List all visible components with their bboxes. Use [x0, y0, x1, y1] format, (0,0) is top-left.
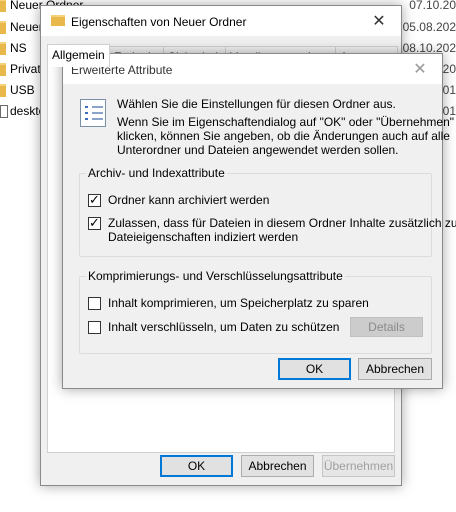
close-icon[interactable]: ✕: [398, 54, 442, 84]
advanced-attributes-dialog: Erweiterte Attribute ✕ Wählen Sie die Ei…: [62, 53, 456, 389]
folder-icon: [0, 63, 6, 76]
ok-button[interactable]: OK: [278, 358, 351, 380]
intro-text: Wählen Sie die Einstellungen für diesen …: [117, 97, 396, 111]
file-date: 05.08.202: [402, 20, 456, 34]
archive-group-label: Archiv- und Indexattribute: [86, 166, 227, 180]
archive-checkbox-label: Ordner kann archiviert werden: [108, 193, 270, 207]
attributes-titlebar[interactable]: Erweiterte Attribute ✕: [63, 54, 442, 84]
file-name: Neuer: [10, 20, 43, 34]
compression-group-label: Komprimierungs- und Verschlüsselungsattr…: [86, 269, 345, 283]
folder-icon: [0, 0, 6, 12]
properties-titlebar[interactable]: Eigenschaften von Neuer Ordner ✕: [41, 6, 401, 36]
description-line: klicken, können Sie angeben, ob die Ände…: [117, 129, 450, 143]
details-button[interactable]: Details: [350, 317, 423, 337]
folder-icon: [51, 15, 65, 26]
ok-button[interactable]: OK: [160, 455, 233, 477]
folder-icon: [0, 21, 6, 34]
index-checkbox-label-line2: Dateieigenschaften indiziert werden: [108, 230, 299, 244]
index-checkbox[interactable]: ✓: [88, 215, 101, 230]
folder-icon: [0, 84, 6, 97]
index-checkbox-label: Zulassen, dass für Dateien in diesem Ord…: [108, 216, 456, 230]
file-date: 07.10.20: [409, 0, 456, 12]
document-icon: [0, 105, 8, 118]
encrypt-checkbox-label: Inhalt verschlüsseln, um Daten zu schütz…: [108, 320, 340, 334]
apply-button[interactable]: Übernehmen: [322, 455, 395, 477]
file-name: NS: [10, 41, 27, 55]
compression-attributes-group: Komprimierungs- und Verschlüsselungsattr…: [79, 269, 432, 354]
compress-checkbox-label: Inhalt komprimieren, um Speicherplatz zu…: [108, 296, 369, 310]
checkmark-icon: ✓: [89, 192, 100, 207]
encrypt-checkbox[interactable]: [88, 321, 101, 334]
checkmark-icon: ✓: [89, 215, 100, 230]
folder-icon: [0, 42, 6, 55]
file-name: USB: [10, 83, 35, 97]
cancel-button[interactable]: Abbrechen: [358, 358, 432, 380]
cancel-button[interactable]: Abbrechen: [241, 455, 314, 477]
archive-checkbox[interactable]: ✓: [88, 192, 101, 207]
close-icon[interactable]: ✕: [357, 6, 401, 36]
compress-checkbox[interactable]: [88, 297, 101, 310]
properties-list-icon: [80, 99, 106, 127]
description-line: Wenn Sie im Eigenschaftendialog auf "OK"…: [117, 115, 455, 129]
tab-allgemein[interactable]: Allgemein: [47, 44, 110, 67]
archive-attributes-group: Archiv- und Indexattribute ✓ Ordner kann…: [79, 166, 456, 257]
description-line: Unterordner und Dateien angewendet werde…: [117, 143, 399, 157]
file-name: Privat: [10, 62, 41, 76]
properties-title: Eigenschaften von Neuer Ordner: [71, 15, 247, 29]
